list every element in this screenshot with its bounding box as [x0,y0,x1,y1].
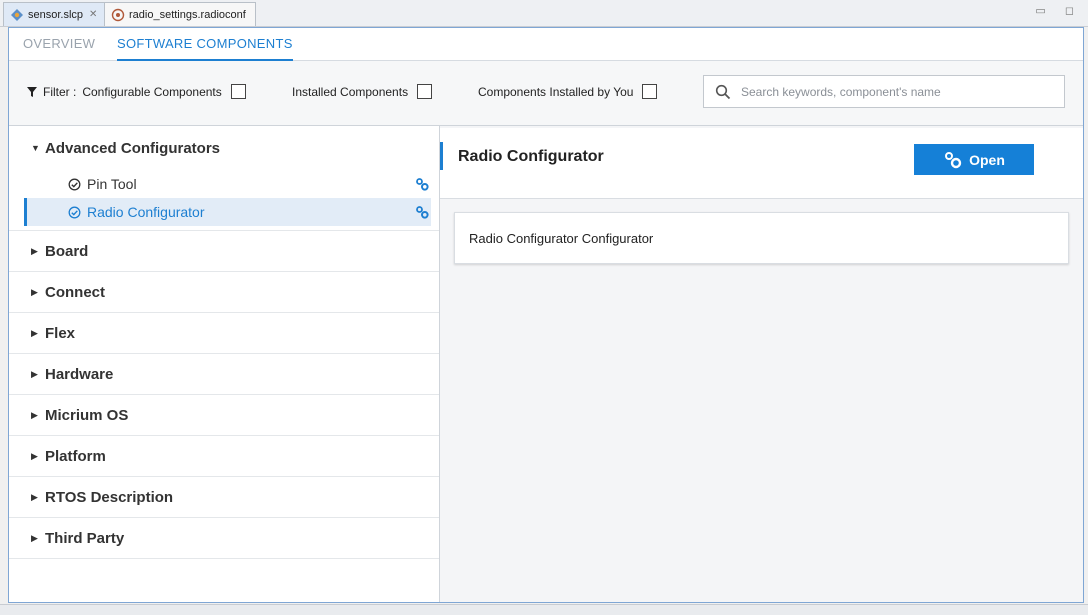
open-button-label: Open [969,151,1005,168]
tree-group-label: Third Party [45,529,125,547]
configurator-card-label: Radio Configurator Configurator [469,231,654,246]
editor-tab-strip: sensor.slcp ✕ radio_settings.radioconf ▭… [0,0,1088,27]
installed-checkbox[interactable] [417,84,433,99]
filter-configurable-label: Configurable Components [82,84,222,99]
open-button[interactable]: Open [914,144,1034,175]
expand-arrow-icon[interactable]: ▶ [31,246,43,257]
gears-icon [945,151,962,168]
radio-icon [111,8,125,21]
installed-by-you-checkbox[interactable] [642,84,658,99]
search-icon [715,84,731,99]
tree-group-advanced-configurators: ▼ Advanced Configurators Pin Tool Radio … [9,126,439,231]
tree-item-pin-tool[interactable]: Pin Tool [25,170,431,198]
tree-group-connect[interactable]: ▶ Connect [9,272,439,313]
editor-tab-label: radio_settings.radioconf [129,8,246,21]
expand-arrow-icon[interactable]: ▶ [31,451,43,462]
detail-header: Radio Configurator Open [440,128,1083,199]
bottom-panel-strip [0,604,1088,615]
tree-item-label: Pin Tool [87,176,137,192]
configurable-checkbox[interactable] [230,84,246,99]
check-circle-icon [68,178,81,190]
search-box[interactable] [703,75,1065,108]
expand-arrow-icon[interactable]: ▶ [31,492,43,503]
tree-group-third-party[interactable]: ▶ Third Party [9,518,439,559]
editor-nav-tabs: OVERVIEW SOFTWARE COMPONENTS [9,28,1083,61]
component-tree: ▼ Advanced Configurators Pin Tool Radio … [9,126,440,602]
tree-group-micrium-os[interactable]: ▶ Micrium OS [9,395,439,436]
configurator-card[interactable]: Radio Configurator Configurator [454,212,1069,264]
tab-software-components[interactable]: SOFTWARE COMPONENTS [117,36,293,61]
configure-gears-icon[interactable] [415,177,429,191]
tree-group-label: Micrium OS [45,406,129,424]
filter-installed-by-you: Components Installed by You [478,84,658,99]
search-input[interactable] [739,83,1053,100]
editor-tab-label: sensor.slcp [28,8,84,21]
filter-installed: Installed Components [292,84,433,99]
close-icon[interactable]: ✕ [89,9,97,20]
expand-arrow-icon[interactable]: ▶ [31,328,43,339]
check-circle-icon [68,206,81,218]
filter-configurable: Filter : Configurable Components [27,84,246,99]
tab-overview[interactable]: OVERVIEW [23,36,95,51]
filter-label: Filter : [43,84,77,99]
accent-bar [440,142,443,170]
expand-arrow-icon[interactable]: ▼ [31,143,43,153]
filter-bar: Filter : Configurable Components Install… [9,61,1083,126]
project-icon [11,8,23,21]
expand-arrow-icon[interactable]: ▶ [31,369,43,380]
tree-group-label: Board [45,242,89,260]
expand-arrow-icon[interactable]: ▶ [31,287,43,298]
window-controls[interactable]: ▭ ◻ [1035,4,1082,17]
tree-group-label: Flex [45,324,76,342]
expand-arrow-icon[interactable]: ▶ [31,410,43,421]
component-detail-panel: Radio Configurator Open Radio Configurat… [440,126,1083,602]
filter-installed-by-you-label: Components Installed by You [478,84,634,99]
tree-group-header[interactable]: ▼ Advanced Configurators [9,126,439,170]
tree-group-board[interactable]: ▶ Board [9,231,439,272]
editor-tab-sensor[interactable]: sensor.slcp ✕ [3,2,105,26]
tree-group-label: Advanced Configurators [45,139,221,157]
tree-group-label: Connect [45,283,105,301]
tree-group-label: RTOS Description [45,488,174,506]
configure-gears-icon[interactable] [415,205,429,219]
tree-group-platform[interactable]: ▶ Platform [9,436,439,477]
tree-group-flex[interactable]: ▶ Flex [9,313,439,354]
tree-item-radio-configurator[interactable]: Radio Configurator [24,198,431,226]
tree-group-hardware[interactable]: ▶ Hardware [9,354,439,395]
tree-group-rtos-description[interactable]: ▶ RTOS Description [9,477,439,518]
filter-icon [27,86,37,97]
tree-group-label: Hardware [45,365,114,383]
component-editor: OVERVIEW SOFTWARE COMPONENTS Filter : Co… [8,27,1084,603]
editor-tab-radioconf[interactable]: radio_settings.radioconf [104,2,256,26]
filter-installed-label: Installed Components [292,84,409,99]
tree-item-label: Radio Configurator [87,204,205,220]
detail-title: Radio Configurator [458,148,604,165]
expand-arrow-icon[interactable]: ▶ [31,533,43,544]
tree-group-label: Platform [45,447,106,465]
